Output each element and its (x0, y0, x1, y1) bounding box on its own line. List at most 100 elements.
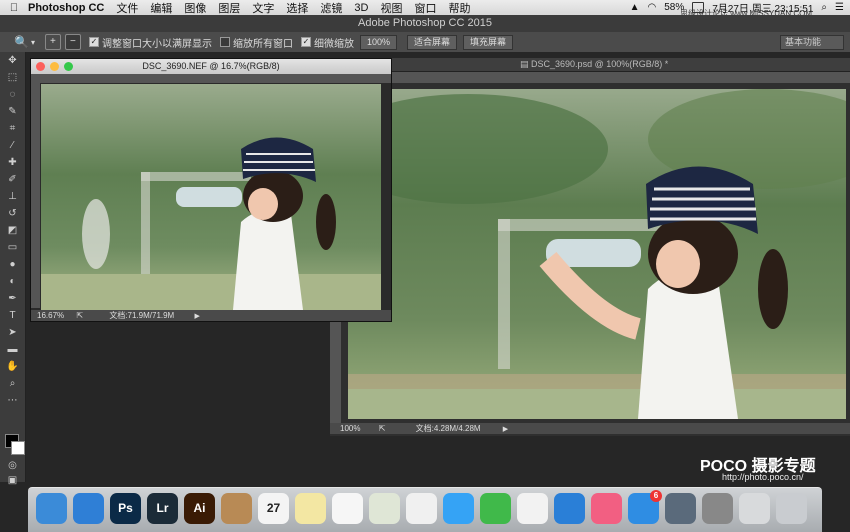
document-size: 文档:71.9M/71.9M (109, 311, 175, 320)
itunes-icon[interactable] (591, 493, 622, 524)
adobe-icon[interactable]: ▲ (630, 2, 640, 13)
document-window-psd: ▤ DSC_3690.psd @ 100%(RGB/8) * 100% ⇱ 文档… (330, 58, 850, 436)
gradient-tool-icon[interactable]: ▭ (0, 239, 25, 256)
checkbox-label: 调整窗口大小以满屏显示 (101, 38, 212, 50)
notification-center-icon[interactable]: ☰ (835, 2, 844, 13)
status-menu-arrow-icon[interactable]: ▶ (503, 426, 508, 433)
zoom-all-windows-checkbox[interactable]: 缩放所有窗口 (219, 35, 293, 50)
zoom-tool-icon[interactable]: 🔍 (14, 35, 29, 49)
menu-app-name[interactable]: Photoshop CC (28, 2, 104, 14)
menu-window[interactable]: 窗口 (414, 0, 436, 16)
spotlight-icon[interactable]: ⌕ (821, 2, 827, 13)
menu-3d[interactable]: 3D (354, 2, 368, 14)
document-canvas-image[interactable] (348, 89, 846, 419)
status-bar: 100% ⇱ 文档:4.28M/4.28M ▶ (330, 423, 850, 434)
document-tab-psd[interactable]: ▤ DSC_3690.psd @ 100%(RGB/8) * (330, 58, 850, 72)
zoom-in-icon[interactable]: + (44, 34, 61, 50)
vertical-ruler (31, 83, 40, 308)
appstore-icon[interactable]: 6 (628, 490, 662, 524)
document-canvas-image[interactable] (41, 84, 381, 310)
marquee-tool-icon[interactable]: ⬚ (0, 69, 25, 86)
dodge-tool-icon[interactable]: ◐ (0, 273, 25, 290)
export-icon[interactable]: ⇱ (379, 424, 386, 433)
trash-icon[interactable] (776, 493, 807, 524)
close-icon[interactable] (36, 62, 45, 71)
safari-icon[interactable] (73, 493, 104, 524)
calendar-icon[interactable]: 27 (258, 493, 289, 524)
finder-icon[interactable] (36, 493, 67, 524)
photoshop-icon[interactable]: Ps (110, 493, 141, 524)
menu-image[interactable]: 图像 (184, 0, 206, 16)
menu-layer[interactable]: 图层 (218, 0, 240, 16)
document-window-nef: DSC_3690.NEF @ 16.7%(RGB/8) 16.67% ⇱ 文档:… (30, 58, 392, 322)
system-preferences-icon[interactable] (702, 493, 733, 524)
pen-tool-icon[interactable]: ✒ (0, 290, 25, 307)
apple-icon[interactable]:  (0, 2, 28, 14)
illustrator-icon[interactable]: Ai (184, 493, 215, 524)
badge: 6 (650, 490, 662, 502)
facetime-icon[interactable] (480, 493, 511, 524)
zoom-level[interactable]: 100% (340, 424, 360, 433)
crop-tool-icon[interactable]: ⌗ (0, 120, 25, 137)
move-tool-icon[interactable]: ✥ (0, 52, 25, 69)
menu-edit[interactable]: 编辑 (150, 0, 172, 16)
horizontal-ruler (330, 72, 850, 83)
lasso-tool-icon[interactable]: ◌ (0, 86, 25, 103)
scrubby-zoom-checkbox[interactable]: ✓ 细微缩放 (300, 35, 354, 50)
type-tool-icon[interactable]: T (0, 307, 25, 324)
zoom-level[interactable]: 16.67% (37, 311, 64, 320)
checkbox-label: 缩放所有窗口 (232, 38, 293, 50)
blur-tool-icon[interactable]: ● (0, 256, 25, 273)
path-selection-tool-icon[interactable]: ➤ (0, 324, 25, 341)
checkbox-label: 细微缩放 (313, 38, 354, 50)
menu-select[interactable]: 选择 (286, 0, 308, 16)
menu-view[interactable]: 视图 (380, 0, 402, 16)
rectangle-tool-icon[interactable]: ▬ (0, 341, 25, 358)
background-color-swatch[interactable] (11, 441, 25, 455)
export-icon[interactable]: ⇱ (76, 311, 83, 320)
healing-brush-tool-icon[interactable]: ✚ (0, 154, 25, 171)
menu-help[interactable]: 帮助 (448, 0, 470, 16)
quick-select-tool-icon[interactable]: ✎ (0, 103, 25, 120)
maximize-icon[interactable] (64, 62, 73, 71)
menu-file[interactable]: 文件 (116, 0, 138, 16)
zoom-tool-icon[interactable]: ⌕ (0, 375, 25, 392)
eraser-tool-icon[interactable]: ◩ (0, 222, 25, 239)
edit-toolbar-icon[interactable]: ⋯ (0, 392, 25, 409)
photos-icon[interactable] (406, 493, 437, 524)
numbers-icon[interactable] (517, 493, 548, 524)
notes-icon[interactable] (295, 493, 326, 524)
eyedropper-tool-icon[interactable]: ⁄ (0, 137, 25, 154)
keynote-icon[interactable] (554, 493, 585, 524)
checkmark-icon: ✓ (300, 37, 311, 47)
messages-icon[interactable] (443, 493, 474, 524)
workspace-select[interactable]: 基本功能 (780, 35, 844, 50)
zoom-100-button[interactable]: 100% (359, 34, 397, 50)
launchpad-icon[interactable] (665, 493, 696, 524)
fill-screen-button[interactable]: 填充屏幕 (463, 34, 514, 50)
document-titlebar[interactable]: DSC_3690.NEF @ 16.7%(RGB/8) (31, 59, 391, 74)
status-menu-arrow-icon[interactable]: ▶ (194, 313, 199, 320)
wifi-icon[interactable]: ◠ (648, 2, 657, 13)
zoom-out-icon[interactable]: − (64, 34, 81, 50)
clone-stamp-tool-icon[interactable]: ⊥ (0, 188, 25, 205)
history-brush-tool-icon[interactable]: ↺ (0, 205, 25, 222)
hand-tool-icon[interactable]: ✋ (0, 358, 25, 375)
fit-screen-button[interactable]: 适合屏幕 (407, 34, 458, 50)
lightroom-icon[interactable]: Lr (147, 493, 178, 524)
reminders-icon[interactable] (332, 493, 363, 524)
downloads-icon[interactable] (739, 493, 770, 524)
screen-mode-icon[interactable]: ▣ (0, 472, 25, 489)
resize-windows-checkbox[interactable]: ✓ 调整窗口大小以满屏显示 (88, 35, 212, 50)
document-icon: ▤ (520, 59, 529, 69)
status-bar: 16.67% ⇱ 文档:71.9M/71.9M ▶ (31, 310, 391, 321)
document-title: DSC_3690.NEF @ 16.7%(RGB/8) (142, 61, 280, 71)
contacts-icon[interactable] (221, 493, 252, 524)
menu-filter[interactable]: 滤镜 (320, 0, 342, 16)
preview-icon[interactable] (369, 493, 400, 524)
minimize-icon[interactable] (50, 62, 59, 71)
poco-url: http://photo.poco.cn/ (722, 472, 804, 482)
menu-type[interactable]: 文字 (252, 0, 274, 16)
tool-preset-chevron-icon[interactable]: ▾ (31, 38, 35, 47)
brush-tool-icon[interactable]: ✐ (0, 171, 25, 188)
